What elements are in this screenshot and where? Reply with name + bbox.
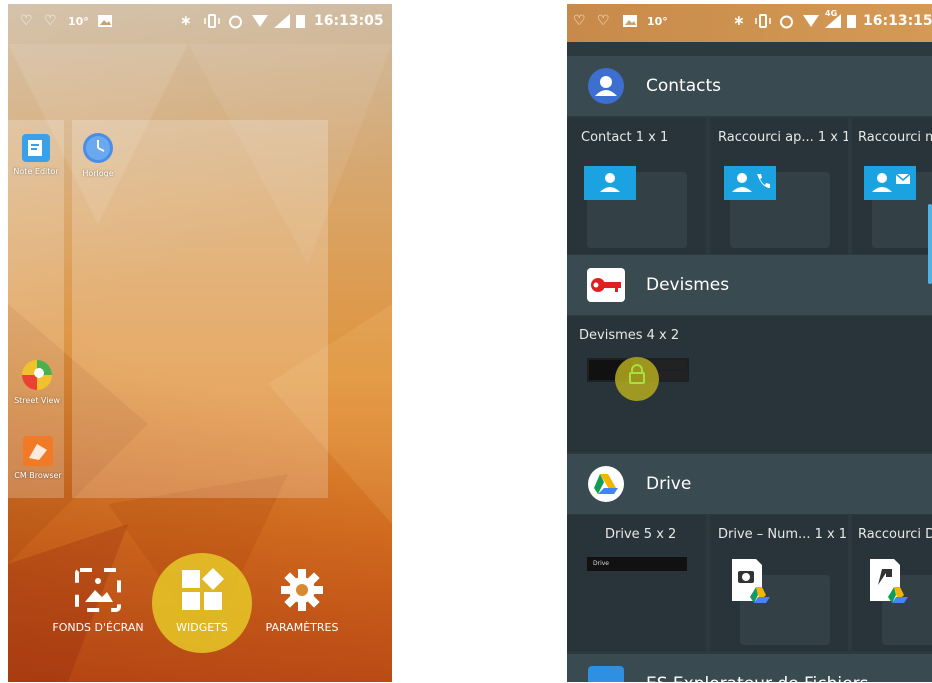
- street-view-icon: [21, 360, 53, 393]
- signal-icon: [274, 14, 290, 32]
- widget-title: Raccourci ap... 1 x 1: [718, 130, 848, 145]
- contact-widget-icon: [584, 166, 636, 204]
- battery-icon: [847, 14, 856, 32]
- app-cm-browser[interactable]: CM Browser: [8, 436, 68, 480]
- drive-widget-preview: Drive: [587, 557, 687, 571]
- wallpapers-button[interactable]: FONDS D'ÉCRAN: [48, 568, 148, 634]
- clock-time: 16:13:15: [863, 13, 932, 29]
- wifi-icon: [803, 15, 819, 32]
- alarm-icon: [779, 14, 794, 33]
- wifi-icon: [252, 15, 268, 32]
- contact-message-icon: [864, 166, 916, 204]
- app-header-es-explorer: ES Explorateur de Fichiers: [567, 654, 932, 682]
- widget-drive-5x2[interactable]: Drive 5 x 2 Drive: [567, 515, 706, 651]
- app-street-view[interactable]: Street View: [8, 359, 67, 405]
- app-horloge[interactable]: Horloge: [68, 132, 128, 178]
- widget-title: Contact 1 x 1: [581, 130, 669, 145]
- contacts-icon: [588, 68, 624, 104]
- clock-icon: [82, 133, 114, 166]
- notification-icon: ♡: [573, 13, 586, 29]
- key-icon: [587, 268, 625, 302]
- widgets-label: WIDGETS: [176, 621, 228, 634]
- camera-drive-icon: [730, 557, 776, 607]
- home-options-bar: FONDS D'ÉCRAN WIDGETS PARAMÈTRES: [8, 544, 392, 664]
- widget-direct-message[interactable]: Raccourci m: [852, 118, 932, 254]
- app-header-contacts: Contacts: [567, 56, 932, 116]
- folder-icon: [588, 666, 624, 682]
- signal-icon: [825, 14, 841, 32]
- clock-time: 16:13:05: [314, 13, 384, 29]
- bluetooth-icon: ∗: [733, 13, 745, 29]
- app-name: ES Explorateur de Fichiers: [646, 674, 868, 682]
- app-header-drive: Drive: [567, 454, 932, 514]
- widget-devismes-4x2[interactable]: Devismes 4 x 2: [567, 316, 932, 452]
- shortcut-drive-icon: [868, 557, 914, 607]
- app-name: Devismes: [646, 275, 730, 295]
- status-bar: ♡ ♡ 10° ∗ 4G 16:13:15: [567, 4, 932, 42]
- image-icon: [623, 15, 637, 31]
- temperature-text: 10°: [68, 15, 89, 28]
- app-note-editor[interactable]: Note Editor: [8, 134, 66, 176]
- drive-preview-label: Drive: [593, 560, 609, 567]
- left-phone-screen: ♡ ♡ 10° ∗ 16:13:05 Note Editor Horloge S…: [8, 4, 392, 682]
- widget-drive-scan[interactable]: Drive – Num... 1 x 1: [710, 515, 848, 651]
- widgets-icon: [180, 568, 224, 615]
- lock-icon: [628, 364, 646, 388]
- right-phone-screen: ♡ ♡ 10° ∗ 4G 16:13:15 Contacts Contact 1…: [567, 4, 932, 682]
- app-header-devismes: Devismes: [567, 255, 932, 315]
- gear-icon: [280, 569, 324, 615]
- app-name: Drive: [646, 474, 692, 494]
- notification-icon: ♡: [597, 13, 610, 29]
- bluetooth-icon: ∗: [180, 13, 192, 29]
- settings-button[interactable]: PARAMÈTRES: [252, 568, 352, 634]
- vibrate-icon: [755, 14, 771, 32]
- note-editor-icon: [22, 134, 50, 164]
- widget-title: Raccourci Dr: [858, 527, 932, 542]
- drive-icon: [588, 466, 624, 502]
- widget-title: Drive – Num... 1 x 1: [718, 527, 848, 542]
- alarm-icon: [228, 14, 243, 33]
- app-name: Contacts: [646, 76, 721, 96]
- battery-icon: [296, 14, 305, 32]
- app-label: Horloge: [82, 169, 114, 178]
- vibrate-icon: [204, 14, 220, 32]
- status-bar: ♡ ♡ 10° ∗ 16:13:05: [8, 4, 392, 40]
- widgets-button[interactable]: WIDGETS: [152, 568, 252, 634]
- notification-icon: ♡: [44, 13, 57, 29]
- wallpaper-icon: [75, 568, 121, 615]
- scroll-indicator[interactable]: [928, 204, 932, 284]
- cm-browser-icon: [23, 436, 53, 468]
- widget-drive-shortcut[interactable]: Raccourci Dr: [852, 515, 932, 651]
- notification-icon: ♡: [20, 13, 33, 29]
- temperature-text: 10°: [647, 15, 668, 28]
- wallpapers-label: FONDS D'ÉCRAN: [52, 621, 144, 634]
- contact-call-icon: [724, 166, 776, 204]
- app-label: CM Browser: [14, 471, 62, 480]
- widget-title: Devismes 4 x 2: [579, 328, 680, 343]
- image-icon: [98, 15, 112, 31]
- settings-label: PARAMÈTRES: [265, 621, 339, 634]
- app-label: Note Editor: [13, 167, 59, 176]
- widget-contact-1x1[interactable]: Contact 1 x 1: [567, 118, 706, 254]
- widget-title: Drive 5 x 2: [605, 527, 677, 542]
- widget-title: Raccourci m: [858, 130, 932, 145]
- widget-direct-dial[interactable]: Raccourci ap... 1 x 1: [710, 118, 848, 254]
- app-label: Street View: [14, 396, 60, 405]
